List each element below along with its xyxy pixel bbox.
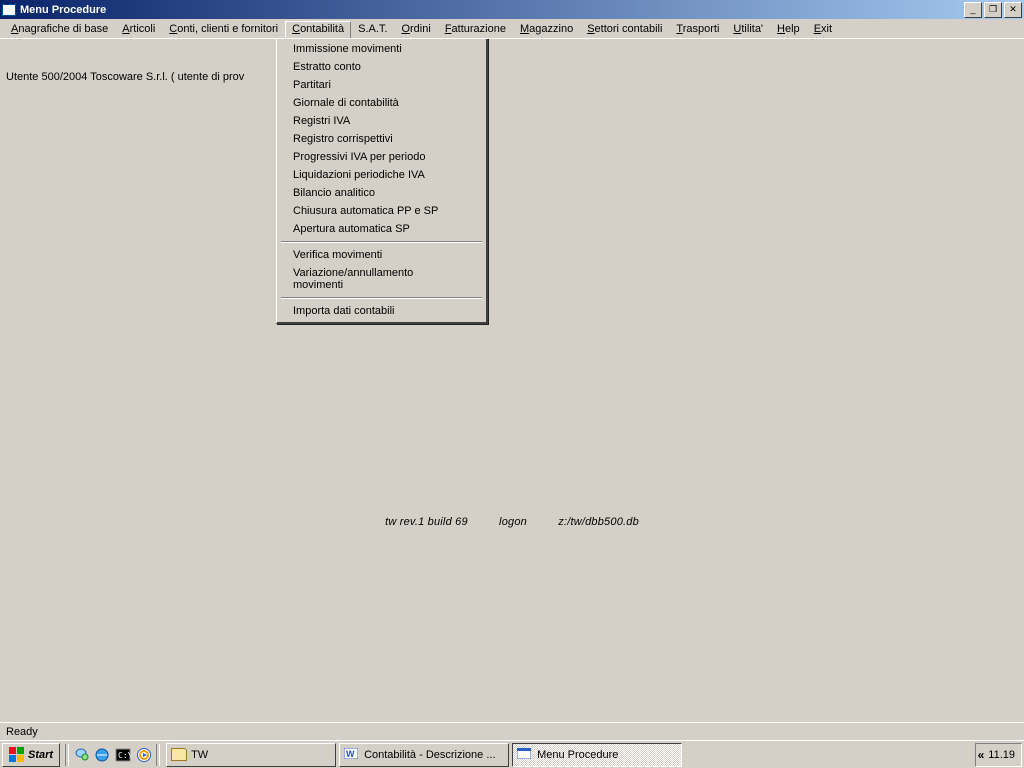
app-window-icon	[517, 748, 533, 761]
folder-icon	[171, 748, 187, 761]
dropdown-item[interactable]: Apertura automatica SP	[279, 220, 484, 238]
dropdown-item[interactable]: Progressivi IVA per periodo	[279, 148, 484, 166]
dropdown-item[interactable]: Partitari	[279, 76, 484, 94]
menu-item-trasporti[interactable]: Trasporti	[669, 21, 726, 37]
version-text: tw rev.1 build 69	[385, 516, 468, 528]
ie-icon[interactable]	[93, 746, 111, 764]
clock: 11.19	[988, 749, 1015, 761]
dropdown-item[interactable]: Immissione movimenti	[279, 40, 484, 58]
taskbar-divider	[156, 744, 160, 766]
dropdown-item[interactable]: Verifica movimenti	[279, 246, 484, 264]
menu-item-anagrafiche-di-base[interactable]: Anagrafiche di base	[4, 21, 115, 37]
start-button[interactable]: Start	[2, 743, 60, 767]
taskbar-divider	[65, 744, 69, 766]
menu-item-help[interactable]: Help	[770, 21, 807, 37]
menu-item-s-a-t-[interactable]: S.A.T.	[351, 21, 394, 37]
dropdown-item[interactable]: Registro corrispettivi	[279, 130, 484, 148]
dropdown-item[interactable]: Variazione/annullamento movimenti	[279, 264, 484, 294]
menu-item-settori-contabili[interactable]: Settori contabili	[580, 21, 669, 37]
window-controls: _ ❐ ✕	[964, 2, 1022, 18]
contabilita-dropdown: Immissione movimentiEstratto contoPartit…	[276, 37, 488, 324]
dropdown-item[interactable]: Chiusura automatica PP e SP	[279, 202, 484, 220]
tray-expand-icon[interactable]: «	[978, 748, 983, 762]
statusbar: Ready	[0, 722, 1024, 740]
menu-item-fatturazione[interactable]: Fatturazione	[438, 21, 513, 37]
window-title: Menu Procedure	[20, 4, 106, 16]
system-tray: « 11.19	[975, 743, 1022, 767]
menu-item-ordini[interactable]: Ordini	[394, 21, 437, 37]
quick-launch: C:\	[72, 746, 153, 764]
minimize-button[interactable]: _	[964, 2, 982, 18]
logon-text: logon	[499, 516, 527, 528]
word-icon: W	[344, 748, 360, 761]
taskbar-task[interactable]: TW	[166, 743, 336, 767]
titlebar: Menu Procedure _ ❐ ✕	[0, 0, 1024, 19]
menu-item-conti-clienti-e-fornitori[interactable]: Conti, clienti e fornitori	[162, 21, 285, 37]
taskbar-task-label: Contabilità - Descrizione ...	[364, 749, 495, 761]
dropdown-item[interactable]: Registri IVA	[279, 112, 484, 130]
taskbar-task[interactable]: Menu Procedure	[512, 743, 682, 767]
user-caption: Utente 500/2004 Toscoware S.r.l. ( utent…	[6, 71, 244, 83]
taskbar-task-label: Menu Procedure	[537, 749, 618, 761]
windows-logo-icon	[9, 747, 25, 762]
taskbar: Start C:\ TW W Contabilità - Descrizione .…	[0, 740, 1024, 768]
dropdown-item[interactable]: Importa dati contabili	[279, 302, 484, 320]
dropdown-item[interactable]: Estratto conto	[279, 58, 484, 76]
svg-text:C:\: C:\	[118, 751, 131, 760]
cmd-icon[interactable]: C:\	[114, 746, 132, 764]
menu-item-articoli[interactable]: Articoli	[115, 21, 162, 37]
menu-item-exit[interactable]: Exit	[807, 21, 839, 37]
menu-item-utilita-[interactable]: Utilita'	[726, 21, 770, 37]
svg-text:W: W	[346, 749, 355, 759]
content-area: Utente 500/2004 Toscoware S.r.l. ( utent…	[0, 39, 1024, 733]
app-icon	[2, 4, 16, 16]
media-player-icon[interactable]	[135, 746, 153, 764]
dropdown-separator	[281, 297, 482, 299]
maximize-button[interactable]: ❐	[984, 2, 1002, 18]
taskbar-task[interactable]: W Contabilità - Descrizione ...	[339, 743, 509, 767]
status-text: Ready	[6, 726, 38, 738]
dropdown-item[interactable]: Giornale di contabilità	[279, 94, 484, 112]
menu-item-magazzino[interactable]: Magazzino	[513, 21, 580, 37]
dropdown-item[interactable]: Liquidazioni periodiche IVA	[279, 166, 484, 184]
close-button[interactable]: ✕	[1004, 2, 1022, 18]
msn-icon[interactable]	[72, 746, 90, 764]
taskbar-task-label: TW	[191, 749, 208, 761]
start-label: Start	[28, 749, 53, 761]
db-path-text: z:/tw/dbb500.db	[558, 516, 639, 528]
dropdown-item[interactable]: Bilancio analitico	[279, 184, 484, 202]
build-info: tw rev.1 build 69 logon z:/tw/dbb500.db	[0, 516, 1024, 528]
dropdown-separator	[281, 241, 482, 243]
menu-item-contabilit-[interactable]: Contabilità	[285, 21, 351, 38]
menubar: Anagrafiche di baseArticoliConti, client…	[0, 19, 1024, 39]
